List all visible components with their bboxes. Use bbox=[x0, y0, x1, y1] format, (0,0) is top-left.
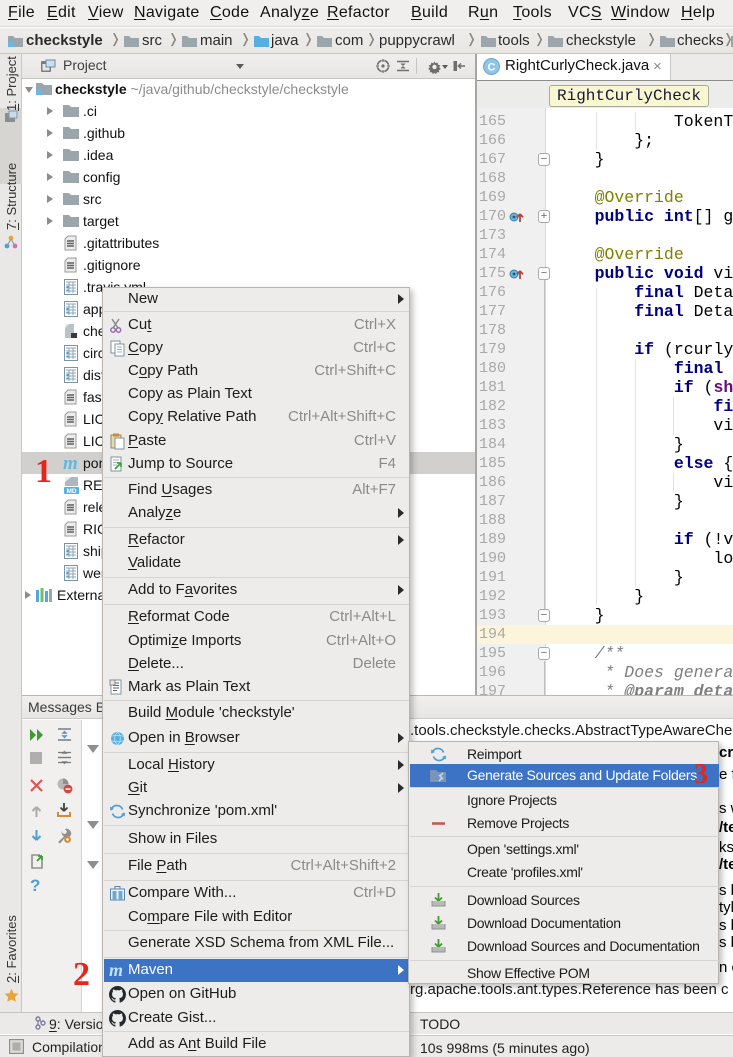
svg-text:MD: MD bbox=[66, 488, 76, 494]
svg-text:C: C bbox=[488, 62, 496, 74]
